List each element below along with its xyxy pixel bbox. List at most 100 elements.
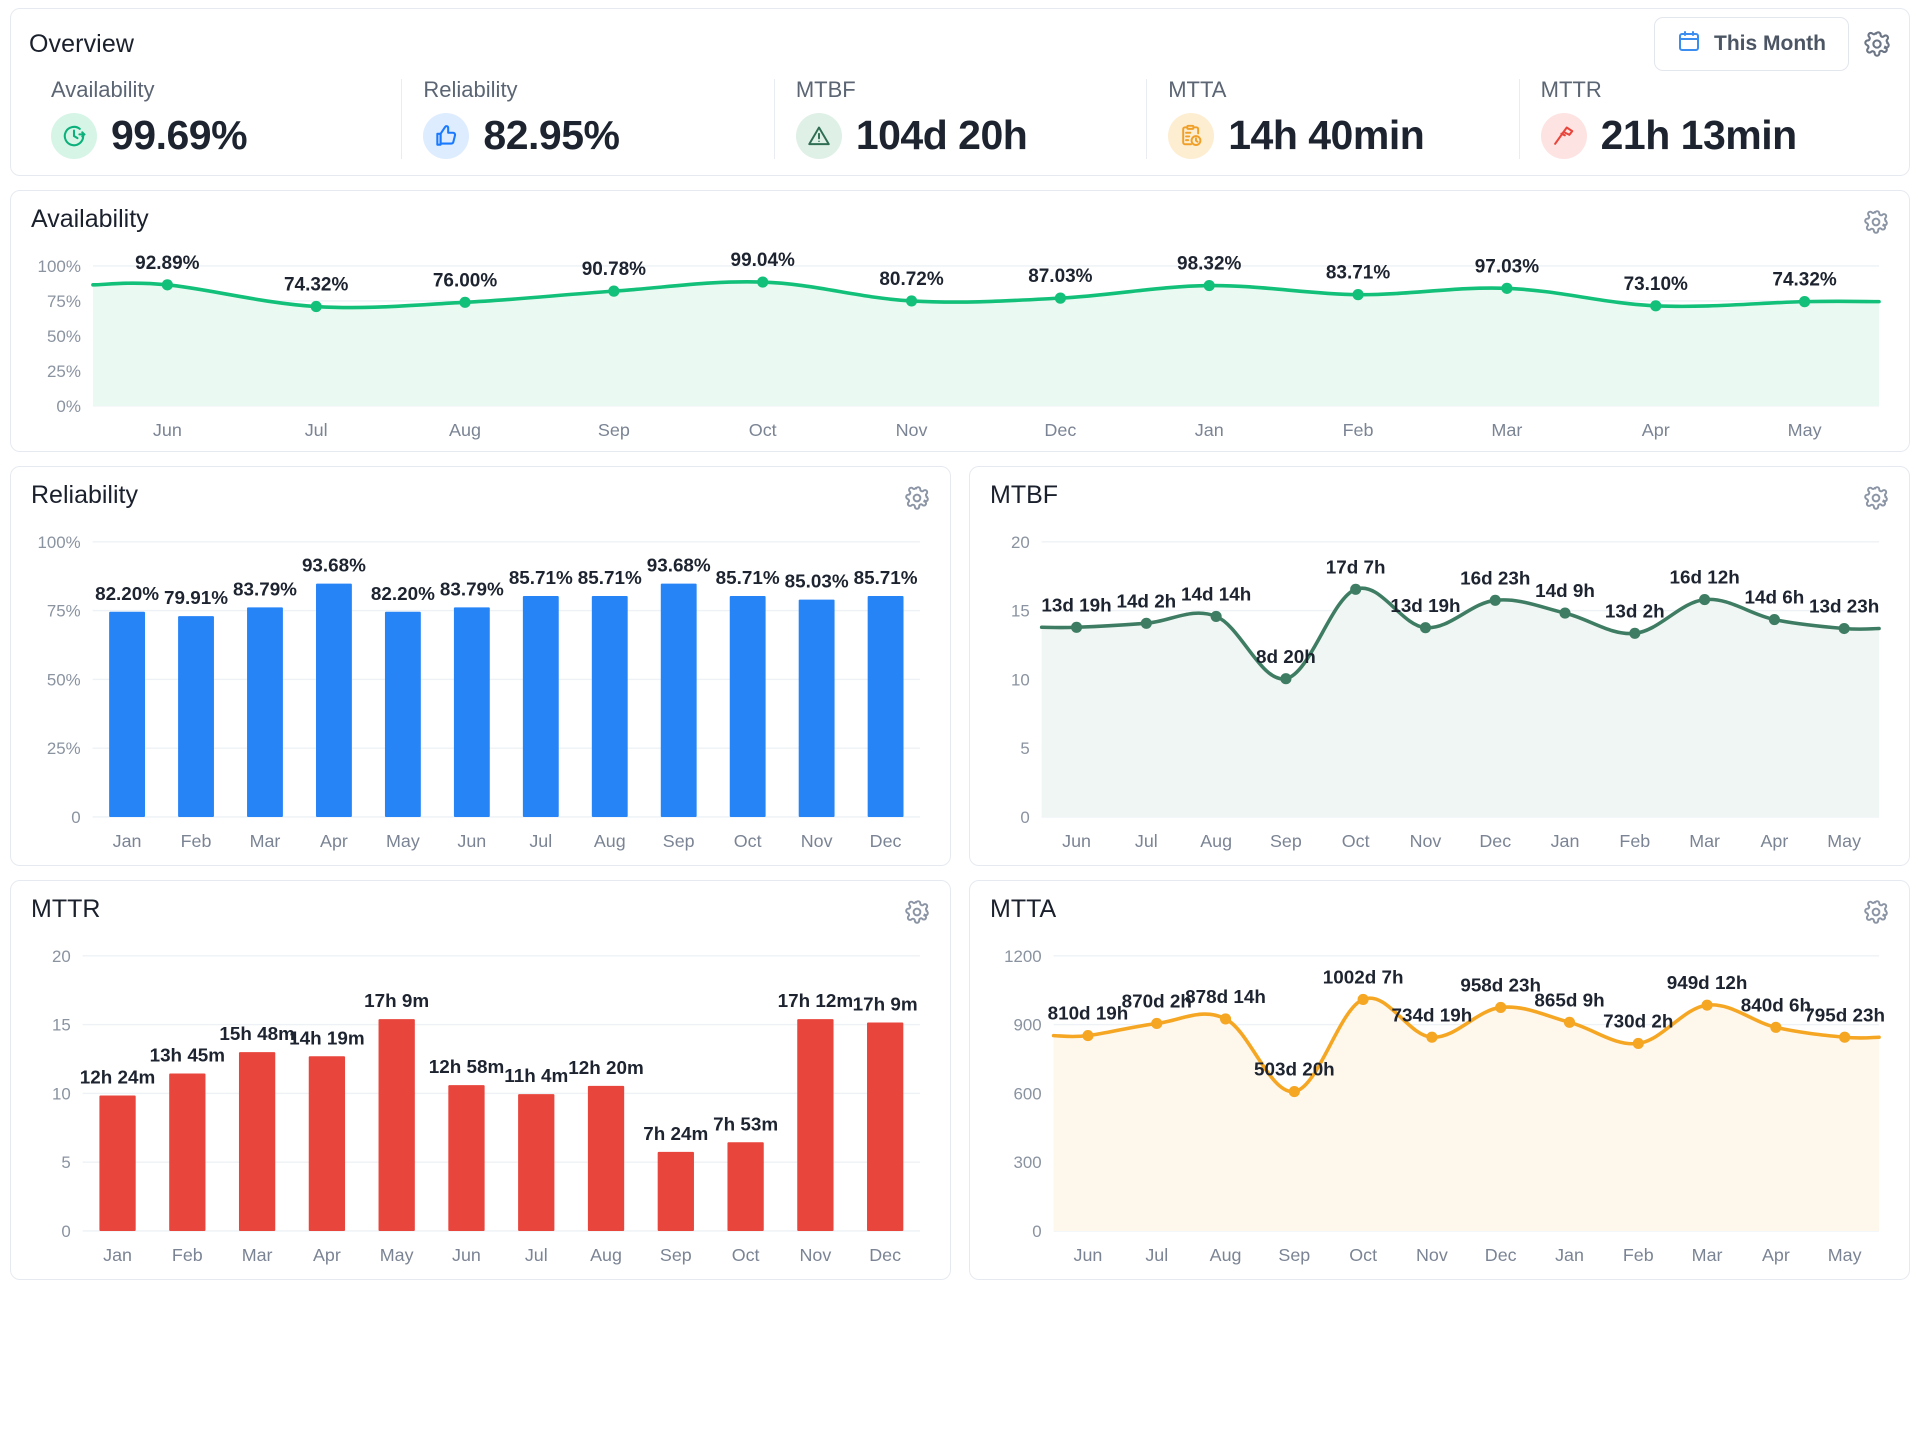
svg-text:93.68%: 93.68% bbox=[647, 555, 711, 576]
svg-text:Feb: Feb bbox=[1623, 1245, 1654, 1265]
mtta-card: MTTA 12009006003000810d 19h870d 2h878d 1… bbox=[969, 880, 1910, 1280]
svg-text:85.71%: 85.71% bbox=[854, 567, 918, 588]
svg-text:795d 23h: 795d 23h bbox=[1804, 1004, 1885, 1025]
svg-text:Jun: Jun bbox=[457, 831, 486, 851]
reliability-settings-gear-icon[interactable] bbox=[904, 485, 930, 516]
svg-text:0: 0 bbox=[1020, 808, 1029, 827]
mttr-card-title: MTTR bbox=[31, 895, 930, 924]
svg-text:15h 48m: 15h 48m bbox=[219, 1023, 294, 1044]
availability-settings-gear-icon[interactable] bbox=[1863, 209, 1889, 240]
svg-text:0: 0 bbox=[61, 1222, 70, 1241]
svg-text:Dec: Dec bbox=[869, 1245, 901, 1265]
svg-text:5: 5 bbox=[61, 1153, 70, 1172]
svg-text:50%: 50% bbox=[47, 670, 81, 689]
svg-text:83.79%: 83.79% bbox=[440, 578, 504, 599]
svg-text:Dec: Dec bbox=[1485, 1245, 1517, 1265]
svg-text:Oct: Oct bbox=[749, 420, 777, 440]
svg-text:Apr: Apr bbox=[313, 1245, 341, 1265]
svg-text:74.32%: 74.32% bbox=[284, 275, 348, 296]
svg-text:810d 19h: 810d 19h bbox=[1048, 1003, 1129, 1024]
svg-text:Nov: Nov bbox=[801, 831, 833, 851]
row-mttr-mtta: MTTR 2015105012h 24m13h 45m15h 48m14h 19… bbox=[10, 880, 1910, 1280]
overview-card: Overview This Month bbox=[10, 8, 1910, 176]
svg-text:Sep: Sep bbox=[598, 420, 630, 440]
svg-text:85.71%: 85.71% bbox=[716, 567, 780, 588]
svg-text:Nov: Nov bbox=[1410, 831, 1442, 851]
svg-text:878d 14h: 878d 14h bbox=[1185, 986, 1266, 1007]
svg-text:Mar: Mar bbox=[1689, 831, 1720, 851]
svg-text:958d 23h: 958d 23h bbox=[1460, 975, 1541, 996]
svg-text:Sep: Sep bbox=[1278, 1245, 1310, 1265]
svg-text:90.78%: 90.78% bbox=[582, 259, 646, 280]
kpi-value: 104d 20h bbox=[856, 112, 1028, 159]
svg-text:May: May bbox=[1828, 1245, 1862, 1265]
svg-text:75%: 75% bbox=[47, 602, 81, 621]
svg-text:12h 20m: 12h 20m bbox=[568, 1057, 643, 1078]
svg-text:14d 6h: 14d 6h bbox=[1745, 587, 1805, 608]
svg-text:15: 15 bbox=[52, 1016, 71, 1035]
svg-text:17d 7h: 17d 7h bbox=[1326, 556, 1386, 577]
availability-card-title: Availability bbox=[31, 205, 1889, 234]
svg-text:Jan: Jan bbox=[1551, 831, 1580, 851]
svg-text:Jan: Jan bbox=[113, 831, 142, 851]
svg-text:12h 58m: 12h 58m bbox=[429, 1056, 504, 1077]
mtbf-card: MTBF 2015105013d 19h14d 2h14d 14h8d 20h1… bbox=[969, 466, 1910, 866]
svg-text:Aug: Aug bbox=[1210, 1245, 1242, 1265]
kpi-label: MTTR bbox=[1541, 77, 1891, 103]
svg-text:Mar: Mar bbox=[1491, 420, 1522, 440]
svg-text:14d 2h: 14d 2h bbox=[1116, 590, 1176, 611]
kpi-value: 82.95% bbox=[483, 112, 619, 159]
svg-text:Oct: Oct bbox=[1342, 831, 1370, 851]
svg-text:Aug: Aug bbox=[594, 831, 626, 851]
overview-settings-gear-icon[interactable] bbox=[1863, 30, 1891, 58]
svg-text:503d 20h: 503d 20h bbox=[1254, 1059, 1335, 1080]
date-range-button[interactable]: This Month bbox=[1654, 17, 1849, 71]
availability-card: Availability 100%75%50%25%0%92.89%74.32%… bbox=[10, 190, 1910, 452]
svg-text:13d 2h: 13d 2h bbox=[1605, 600, 1665, 621]
svg-text:Dec: Dec bbox=[1044, 420, 1076, 440]
svg-text:Mar: Mar bbox=[1692, 1245, 1723, 1265]
svg-text:17h 9m: 17h 9m bbox=[853, 994, 918, 1015]
svg-text:98.32%: 98.32% bbox=[1177, 254, 1241, 275]
svg-text:Jul: Jul bbox=[529, 831, 552, 851]
svg-text:Feb: Feb bbox=[1343, 420, 1374, 440]
mtbf-chart: 2015105013d 19h14d 2h14d 14h8d 20h17d 7h… bbox=[990, 516, 1889, 859]
svg-text:10: 10 bbox=[1011, 670, 1030, 689]
svg-text:Oct: Oct bbox=[1349, 1245, 1377, 1265]
calendar-icon bbox=[1677, 29, 1701, 59]
svg-text:Nov: Nov bbox=[896, 420, 928, 440]
mtta-settings-gear-icon[interactable] bbox=[1863, 899, 1889, 930]
svg-text:Dec: Dec bbox=[870, 831, 902, 851]
svg-text:16d 23h: 16d 23h bbox=[1460, 567, 1530, 588]
kpi-label: MTTA bbox=[1168, 77, 1518, 103]
availability-chart: 100%75%50%25%0%92.89%74.32%76.00%90.78%9… bbox=[31, 240, 1889, 450]
svg-text:Nov: Nov bbox=[799, 1245, 831, 1265]
svg-text:Apr: Apr bbox=[1762, 1245, 1790, 1265]
svg-text:Jan: Jan bbox=[1195, 420, 1224, 440]
svg-text:1200: 1200 bbox=[1004, 947, 1042, 966]
svg-text:13d 19h: 13d 19h bbox=[1390, 595, 1460, 616]
mtbf-settings-gear-icon[interactable] bbox=[1863, 485, 1889, 516]
svg-text:Dec: Dec bbox=[1479, 831, 1511, 851]
kpi-label: Reliability bbox=[423, 77, 773, 103]
svg-text:75%: 75% bbox=[47, 292, 81, 311]
svg-text:25%: 25% bbox=[47, 362, 81, 381]
mtta-card-title: MTTA bbox=[990, 895, 1889, 924]
svg-text:15: 15 bbox=[1011, 602, 1030, 621]
svg-text:870d 2h: 870d 2h bbox=[1122, 991, 1192, 1012]
svg-text:13d 19h: 13d 19h bbox=[1041, 594, 1111, 615]
kpi-value: 14h 40min bbox=[1228, 112, 1424, 159]
svg-text:14d 14h: 14d 14h bbox=[1181, 584, 1251, 605]
mttr-settings-gear-icon[interactable] bbox=[904, 899, 930, 930]
svg-text:Jul: Jul bbox=[1145, 1245, 1168, 1265]
svg-text:Jul: Jul bbox=[1135, 831, 1158, 851]
date-range-label: This Month bbox=[1714, 32, 1826, 56]
svg-text:25%: 25% bbox=[47, 739, 81, 758]
svg-text:Sep: Sep bbox=[663, 831, 695, 851]
kpi-label: MTBF bbox=[796, 77, 1146, 103]
svg-text:17h 12m: 17h 12m bbox=[778, 990, 853, 1011]
svg-text:87.03%: 87.03% bbox=[1028, 266, 1092, 287]
svg-text:0%: 0% bbox=[56, 397, 81, 416]
svg-text:99.04%: 99.04% bbox=[731, 250, 795, 271]
dashboard-page: Overview This Month bbox=[0, 0, 1920, 1445]
